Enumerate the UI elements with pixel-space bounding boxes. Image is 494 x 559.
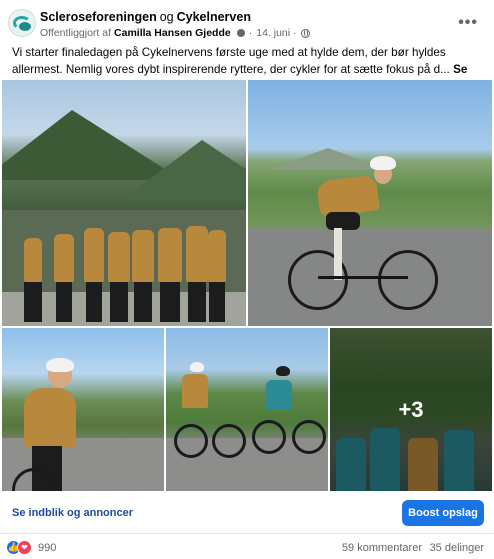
- post-header: Scleroseforeningen og Cykelnerven Offentli…: [0, 0, 494, 44]
- team-legs: [160, 282, 180, 322]
- comments-count-link[interactable]: 59 kommentarer: [342, 542, 422, 554]
- rider-jersey-teal: [266, 380, 292, 410]
- published-by-prefix: Offentliggjort af: [40, 27, 112, 39]
- bike-wheel: [174, 424, 208, 458]
- team-legs: [110, 282, 128, 322]
- shares-count-link[interactable]: 35 delinger: [430, 542, 484, 554]
- rider-helmet: [276, 366, 290, 376]
- post-body: Vi starter finaledagen på Cykelnervens f…: [12, 46, 450, 76]
- page-avatar[interactable]: [8, 9, 36, 37]
- rider-shorts: [326, 212, 360, 230]
- mountain-shape-2: [122, 140, 246, 200]
- rider-jersey: [24, 388, 76, 448]
- engagement-stats: 👍 ❤ 990 59 kommentarer 35 delinger: [0, 537, 494, 557]
- facebook-post-card: Scleroseforeningen og Cykelnerven Offentli…: [0, 0, 494, 559]
- team-legs: [56, 282, 72, 322]
- rider-helmet: [370, 156, 396, 170]
- post-separator: ·: [248, 27, 253, 39]
- bike-frame: [318, 276, 408, 279]
- reactions-count: 990: [38, 541, 57, 554]
- team-member: [186, 226, 208, 282]
- team-member: [24, 238, 42, 282]
- settings-icon: [236, 29, 245, 37]
- post-date-link[interactable]: 14. juni: [256, 27, 290, 39]
- team-legs: [24, 282, 42, 322]
- more-photos-overlay[interactable]: +3: [330, 328, 492, 491]
- team-member: [84, 228, 104, 282]
- bike-wheel: [212, 424, 246, 458]
- team-member: [54, 234, 74, 282]
- love-reaction-icon: ❤: [17, 540, 32, 555]
- team-legs: [209, 282, 225, 322]
- post-meta: Offentliggjort af Camilla Hansen Gjedde …: [40, 27, 310, 39]
- rider-leg: [334, 228, 342, 280]
- insights-link[interactable]: Se indblik og annoncer: [12, 507, 133, 519]
- page-name-link[interactable]: Scleroseforeningen: [40, 10, 157, 24]
- post-authors: Scleroseforeningen og Cykelnerven: [40, 10, 251, 24]
- boost-post-button[interactable]: Boost opslag: [402, 500, 484, 526]
- photo-team-group[interactable]: [2, 80, 246, 326]
- photo-rider-climbing[interactable]: [248, 80, 492, 326]
- team-member: [108, 232, 130, 282]
- more-photos-count: +3: [398, 396, 424, 422]
- photo-grid: +3: [0, 80, 494, 491]
- photo-rider-closeup[interactable]: [2, 328, 164, 491]
- more-options-icon[interactable]: •••: [458, 14, 478, 32]
- reactions-summary[interactable]: 👍 ❤ 990: [6, 540, 56, 555]
- divider: [0, 533, 494, 534]
- rider-jersey: [182, 374, 208, 408]
- ribbon-logo-dot: [19, 22, 31, 31]
- bike-wheel: [252, 420, 286, 454]
- rider-helmet: [46, 358, 74, 372]
- team-member: [158, 228, 182, 282]
- post-separator-2: ·: [293, 27, 297, 39]
- photo-riders-high-five[interactable]: [166, 328, 328, 491]
- author-connector: og: [159, 10, 174, 24]
- globe-icon: [300, 28, 310, 38]
- team-legs: [134, 282, 152, 322]
- partner-name-link[interactable]: Cykelnerven: [177, 10, 251, 24]
- team-member: [132, 230, 154, 282]
- photo-group-more[interactable]: +3: [330, 328, 492, 491]
- publisher-name-link[interactable]: Camilla Hansen Gjedde: [114, 27, 231, 39]
- rider-helmet: [190, 362, 204, 372]
- bike-wheel: [378, 250, 438, 310]
- team-legs: [86, 282, 102, 322]
- bike-wheel: [292, 420, 326, 454]
- team-member: [208, 230, 226, 282]
- team-legs: [188, 282, 206, 322]
